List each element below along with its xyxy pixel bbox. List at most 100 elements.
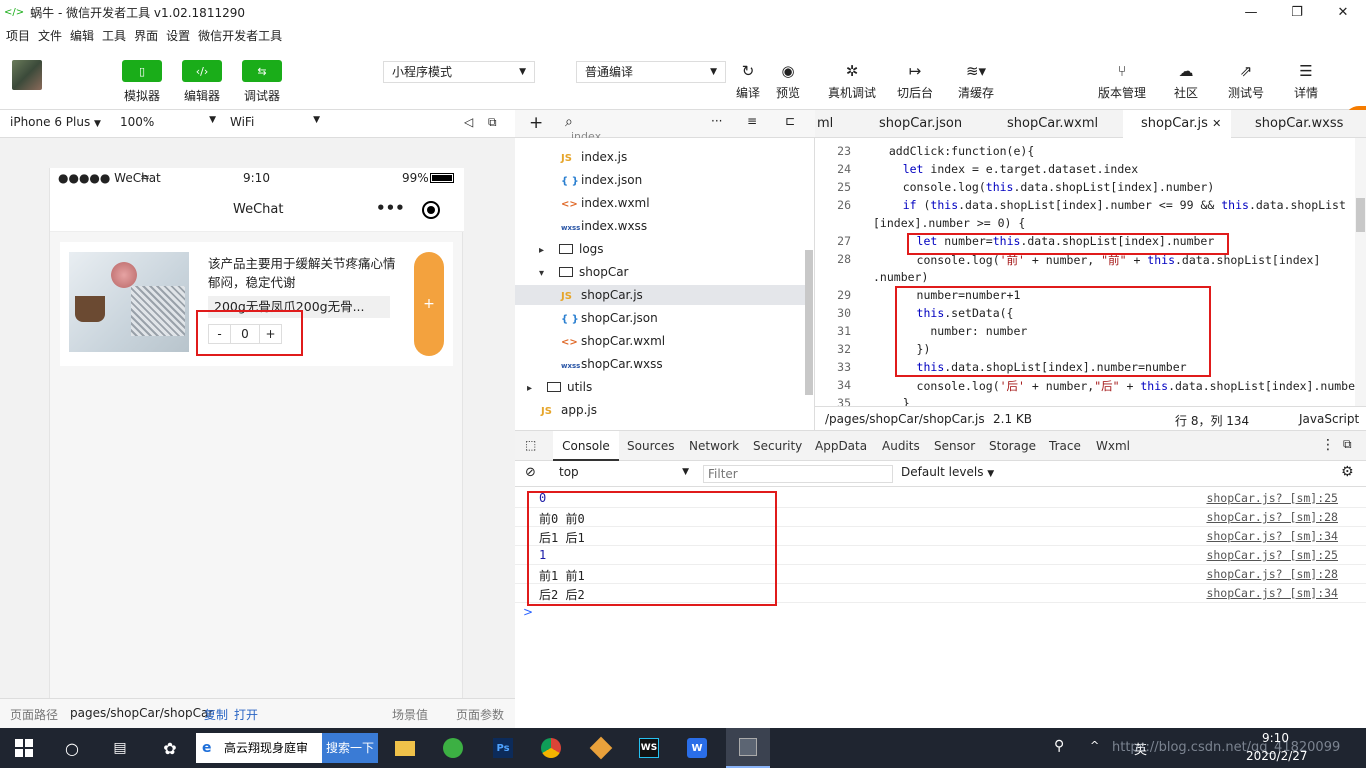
clear-cache-button[interactable]: ≋▾ 清缓存 bbox=[954, 60, 998, 101]
sort-icon[interactable]: ≡ bbox=[747, 114, 757, 128]
green-browser-icon[interactable] bbox=[432, 728, 474, 768]
debugger-toggle-button[interactable]: ⇆ bbox=[242, 60, 282, 82]
tab-partial[interactable]: ml bbox=[817, 110, 833, 138]
close-miniprogram-icon[interactable] bbox=[422, 201, 440, 219]
webstorm-icon[interactable]: WS bbox=[628, 728, 670, 768]
tab-security[interactable]: Security bbox=[753, 439, 802, 453]
console-row-source[interactable]: shopCar.js? [sm]:28 bbox=[1206, 567, 1338, 581]
tab-sensor[interactable]: Sensor bbox=[934, 439, 975, 453]
file-tree-item[interactable]: ▾ shopCar bbox=[539, 265, 628, 279]
network-select[interactable]: WiFi ▼ bbox=[230, 115, 320, 129]
remote-debug-button[interactable]: ✲ 真机调试 bbox=[824, 60, 880, 101]
file-tree-item[interactable]: JS shopCar.js bbox=[515, 285, 807, 305]
search-box[interactable]: e 高云翔现身庭审 bbox=[196, 733, 322, 763]
add-file-icon[interactable]: + bbox=[529, 113, 543, 133]
simulator-toggle-button[interactable]: ▯ bbox=[122, 60, 162, 82]
tab-shopcar-json[interactable]: shopCar.json bbox=[879, 110, 962, 138]
file-tree-item[interactable]: JS index.js bbox=[561, 150, 627, 164]
preview-button[interactable]: ◉ 预览 bbox=[770, 60, 806, 101]
open-link[interactable]: 打开 bbox=[234, 706, 258, 723]
menu-tools[interactable]: 工具 bbox=[102, 27, 126, 44]
close-button[interactable]: ✕ bbox=[1320, 0, 1366, 24]
person-icon[interactable]: ⚲ bbox=[1054, 738, 1064, 754]
gear-icon[interactable]: ⚙ bbox=[1341, 464, 1354, 480]
mute-icon[interactable]: ◁ bbox=[464, 115, 473, 129]
version-button[interactable]: ⑂ 版本管理 bbox=[1096, 60, 1148, 101]
collapse-icon[interactable]: ⊏ bbox=[785, 114, 795, 128]
more-icon[interactable]: ••• bbox=[376, 199, 405, 217]
details-button[interactable]: ☰ 详情 bbox=[1288, 60, 1324, 101]
file-tree-scrollbar[interactable] bbox=[805, 250, 813, 395]
tab-audits[interactable]: Audits bbox=[882, 439, 920, 453]
tab-appdata[interactable]: AppData bbox=[815, 439, 867, 453]
dock-icon[interactable]: ⧉ bbox=[1343, 437, 1352, 452]
maximize-button[interactable]: ❐ bbox=[1274, 0, 1320, 24]
menu-settings[interactable]: 设置 bbox=[166, 27, 190, 44]
file-tree-item[interactable]: { } shopCar.json bbox=[561, 311, 658, 325]
wechat-devtools-taskbar-icon[interactable] bbox=[726, 728, 770, 768]
tray-chevron-icon[interactable]: ^ bbox=[1090, 739, 1099, 752]
community-button[interactable]: ☁ 社区 bbox=[1166, 60, 1206, 101]
log-levels-select[interactable]: Default levels ▼ bbox=[901, 465, 994, 479]
device-select[interactable]: iPhone 6 Plus ▼ bbox=[10, 115, 101, 129]
editor-toggle-button[interactable]: ‹/› bbox=[182, 60, 222, 82]
windows-start-icon[interactable] bbox=[0, 728, 48, 768]
menu-file[interactable]: 文件 bbox=[38, 27, 62, 44]
tab-wxml[interactable]: Wxml bbox=[1096, 439, 1130, 453]
clear-console-icon[interactable]: ⊘ bbox=[525, 465, 536, 480]
console-row-source[interactable]: shopCar.js? [sm]:28 bbox=[1206, 510, 1338, 524]
language-mode[interactable]: JavaScript bbox=[1299, 412, 1359, 426]
menu-view[interactable]: 界面 bbox=[134, 27, 158, 44]
pinwheel-app-icon[interactable]: ✿ bbox=[146, 728, 194, 768]
page-params[interactable]: 页面参数 bbox=[456, 706, 504, 723]
file-tree-item[interactable]: ▸ logs bbox=[539, 242, 604, 256]
scene-value[interactable]: 场景值 bbox=[392, 706, 428, 723]
close-tab-icon[interactable]: ✕ bbox=[1212, 117, 1221, 130]
console-prompt[interactable]: > bbox=[523, 605, 533, 619]
file-tree-item[interactable]: { } index.json bbox=[561, 173, 642, 187]
tab-storage[interactable]: Storage bbox=[989, 439, 1036, 453]
avatar[interactable] bbox=[12, 60, 42, 90]
cortana-icon[interactable]: ○ bbox=[48, 728, 96, 768]
inspect-icon[interactable]: ⬚ bbox=[525, 438, 536, 452]
console-row-source[interactable]: shopCar.js? [sm]:34 bbox=[1206, 586, 1338, 600]
tab-trace[interactable]: Trace bbox=[1049, 439, 1081, 453]
file-tree-item[interactable]: wxssindex.wxss bbox=[561, 219, 647, 233]
background-button[interactable]: ↦ 切后台 bbox=[892, 60, 938, 101]
compile-button[interactable]: ↻ 编译 bbox=[730, 60, 766, 101]
console-row-source[interactable]: shopCar.js? [sm]:25 bbox=[1206, 491, 1338, 505]
console-filter-input[interactable] bbox=[703, 465, 893, 483]
file-tree-item[interactable]: ▸ utils bbox=[527, 380, 592, 394]
file-explorer-icon[interactable] bbox=[384, 728, 426, 768]
menu-project[interactable]: 项目 bbox=[6, 27, 30, 44]
tab-sources[interactable]: Sources bbox=[627, 439, 674, 453]
menu-edit[interactable]: 编辑 bbox=[70, 27, 94, 44]
console-row-source[interactable]: shopCar.js? [sm]:34 bbox=[1206, 529, 1338, 543]
tab-shopcar-wxml[interactable]: shopCar.wxml bbox=[1007, 110, 1098, 138]
chrome-icon[interactable] bbox=[530, 728, 572, 768]
more-vertical-icon[interactable]: ⋮ bbox=[1321, 437, 1335, 453]
photoshop-icon[interactable]: Ps bbox=[482, 728, 524, 768]
detach-window-icon[interactable]: ⧉ bbox=[488, 115, 497, 130]
file-tree-item[interactable]: JS app.js bbox=[541, 403, 597, 417]
mode-select[interactable]: 小程序模式 ▼ bbox=[383, 61, 535, 83]
wps-icon[interactable]: W bbox=[676, 728, 718, 768]
menu-wechat-devtools[interactable]: 微信开发者工具 bbox=[198, 27, 282, 44]
editor-scrollbar[interactable] bbox=[1355, 138, 1366, 406]
file-tree-item[interactable]: <> shopCar.wxml bbox=[561, 334, 665, 348]
more-icon[interactable]: ··· bbox=[711, 114, 722, 128]
file-tree-item[interactable]: <> index.wxml bbox=[561, 196, 650, 210]
compile-mode-select[interactable]: 普通编译 ▼ bbox=[576, 61, 726, 83]
file-tree-item[interactable]: wxssshopCar.wxss bbox=[561, 357, 663, 371]
tab-network[interactable]: Network bbox=[689, 439, 739, 453]
add-to-cart-button[interactable]: + bbox=[414, 252, 444, 356]
minimize-button[interactable]: — bbox=[1228, 0, 1274, 24]
test-account-button[interactable]: ⇗ 测试号 bbox=[1222, 60, 1270, 101]
search-icon[interactable]: ⌕ bbox=[565, 114, 573, 130]
task-view-icon[interactable]: ▤ bbox=[96, 728, 144, 768]
copy-link[interactable]: 复制 bbox=[204, 706, 228, 723]
git-icon[interactable] bbox=[580, 728, 622, 768]
context-select[interactable]: top ▼ bbox=[553, 465, 689, 483]
tab-shopcar-wxss[interactable]: shopCar.wxss bbox=[1255, 110, 1343, 138]
zoom-select[interactable]: 100% ▼ bbox=[120, 115, 216, 129]
